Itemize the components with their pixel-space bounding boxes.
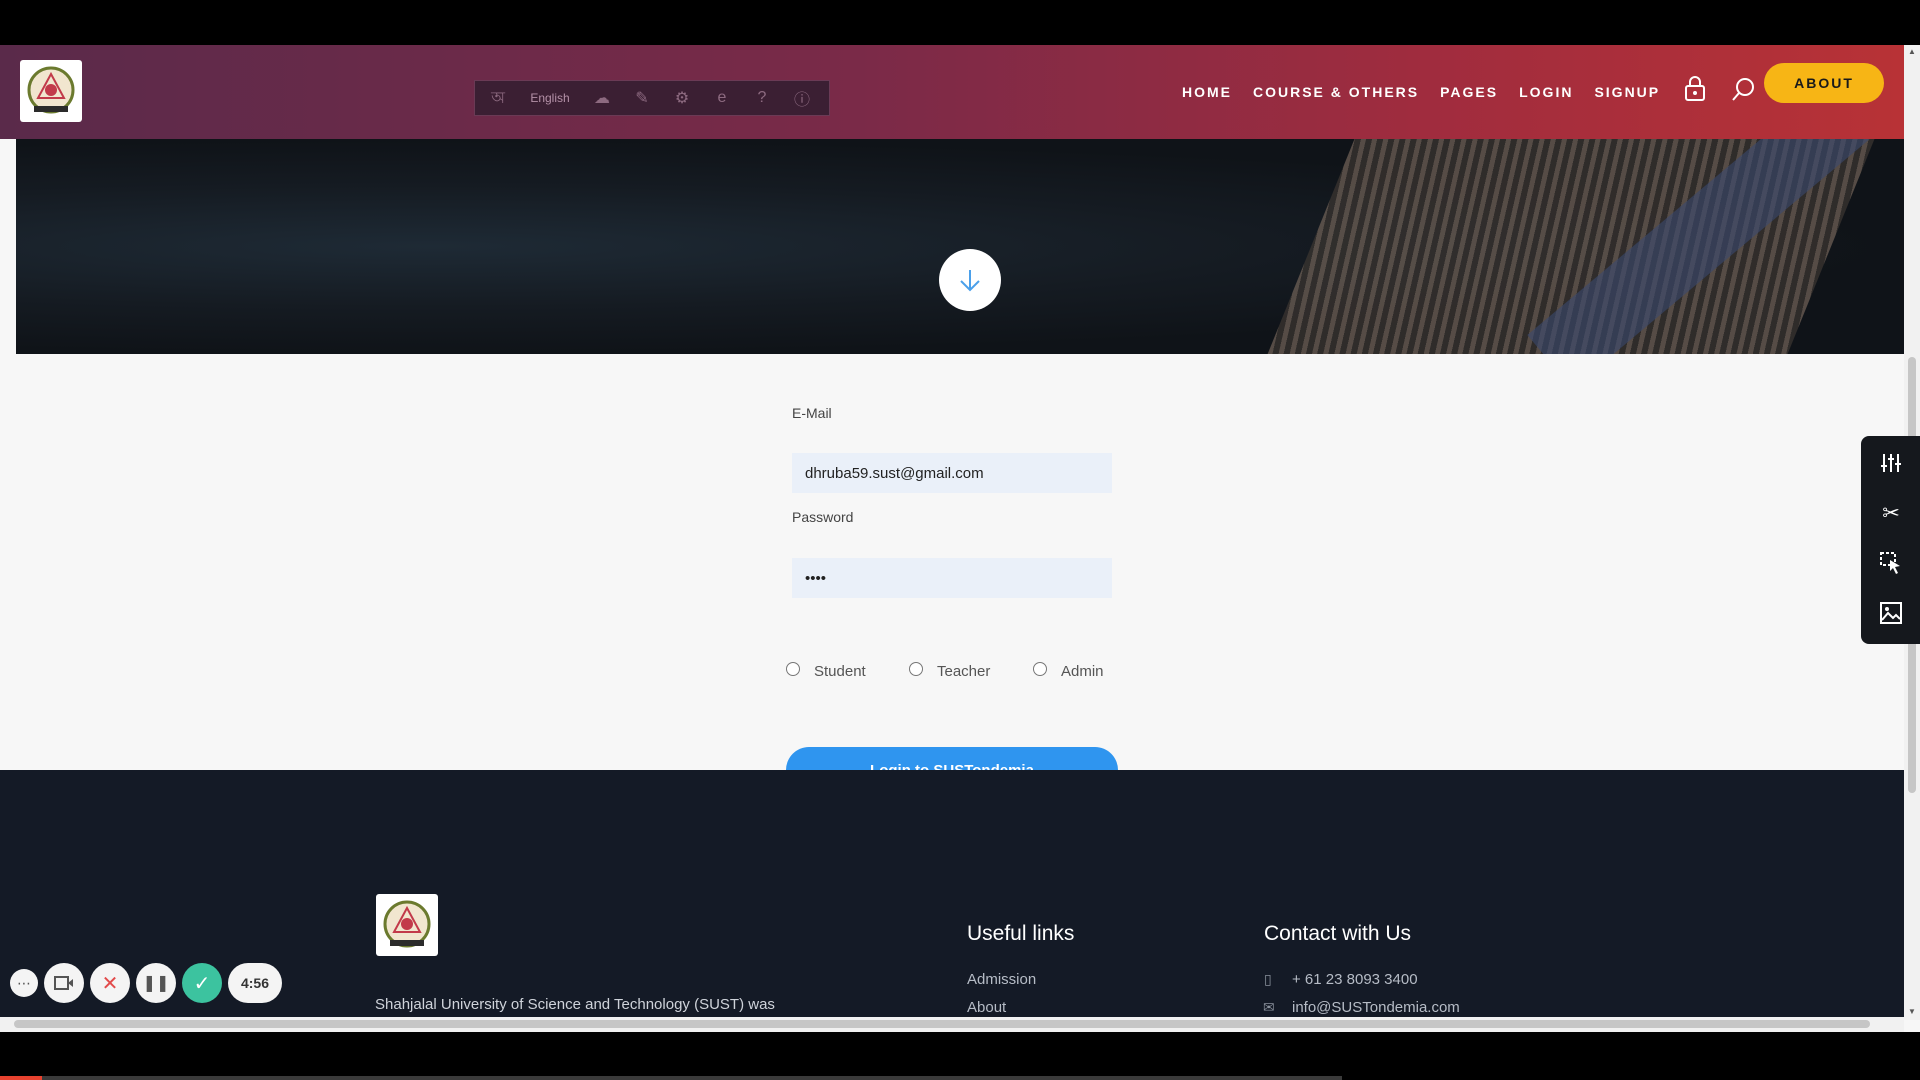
nav-course-others[interactable]: COURSE & OTHERS bbox=[1253, 84, 1419, 100]
scissors-icon[interactable]: ✂ bbox=[1878, 500, 1904, 526]
site-footer: Shahjalal University of Science and Tech… bbox=[0, 770, 1904, 1032]
role-student[interactable]: Student bbox=[786, 661, 866, 680]
cursor-select-icon[interactable] bbox=[1878, 550, 1904, 576]
cart-lock-icon[interactable] bbox=[1681, 76, 1709, 108]
cancel-recording-icon[interactable]: ✕ bbox=[90, 963, 130, 1003]
site-logo[interactable] bbox=[20, 60, 82, 122]
horizontal-scroll-thumb[interactable] bbox=[14, 1020, 1870, 1028]
role-label: Student bbox=[814, 663, 866, 680]
cloud-icon[interactable]: ☁ bbox=[591, 88, 613, 108]
site-header: অ English ☁ ✎ ⚙ e ? ⓘ HOME COURSE & OTHE… bbox=[0, 45, 1904, 139]
about-button[interactable]: ABOUT bbox=[1764, 63, 1884, 103]
recording-timer: 4:56 bbox=[228, 963, 282, 1003]
image-icon[interactable] bbox=[1878, 600, 1904, 626]
contact-email[interactable]: info@SUSTondemia.com bbox=[1292, 999, 1460, 1016]
more-options-icon[interactable]: ⋯ bbox=[10, 969, 38, 997]
info-icon[interactable]: ⓘ bbox=[791, 86, 813, 110]
help-icon[interactable]: ? bbox=[751, 89, 773, 107]
recorder-controls: ⋯ ✕ ❚❚ ✓ 4:56 bbox=[10, 960, 282, 1006]
sliders-icon[interactable] bbox=[1878, 450, 1904, 476]
finish-recording-icon[interactable]: ✓ bbox=[182, 963, 222, 1003]
role-admin[interactable]: Admin bbox=[1033, 661, 1104, 680]
link-admission[interactable]: Admission bbox=[967, 971, 1036, 988]
bangla-letter-icon[interactable]: অ bbox=[487, 85, 509, 112]
arrow-down-icon bbox=[960, 270, 980, 292]
pause-icon[interactable]: ❚❚ bbox=[136, 963, 176, 1003]
scroll-up-arrow-icon[interactable]: ▲ bbox=[1908, 47, 1916, 56]
role-label: Teacher bbox=[937, 663, 991, 680]
search-icon[interactable] bbox=[1730, 76, 1758, 108]
brush-icon[interactable]: ✎ bbox=[631, 88, 653, 108]
radio-button[interactable] bbox=[786, 661, 800, 676]
role-selector: Student Teacher Admin bbox=[786, 661, 1146, 687]
role-label: Admin bbox=[1061, 663, 1104, 680]
language-select[interactable]: English bbox=[527, 91, 573, 105]
password-field[interactable] bbox=[792, 558, 1112, 598]
radio-button[interactable] bbox=[909, 661, 923, 676]
phone-icon: ▯ bbox=[1264, 971, 1272, 987]
language-toolbar: অ English ☁ ✎ ⚙ e ? ⓘ bbox=[474, 80, 830, 116]
video-progress-played bbox=[0, 1076, 42, 1080]
email-label: E-Mail bbox=[792, 405, 832, 421]
contact-heading: Contact with Us bbox=[1264, 922, 1412, 945]
nav-pages[interactable]: PAGES bbox=[1440, 84, 1498, 100]
scroll-down-button[interactable] bbox=[939, 249, 1001, 311]
footer-logo bbox=[376, 894, 438, 956]
radio-button[interactable] bbox=[1033, 661, 1047, 676]
nav-login[interactable]: LOGIN bbox=[1519, 84, 1573, 100]
useful-links-heading: Useful links bbox=[967, 922, 1075, 945]
role-teacher[interactable]: Teacher bbox=[909, 661, 991, 680]
gear-icon[interactable]: ⚙ bbox=[671, 88, 693, 108]
browser-viewport: অ English ☁ ✎ ⚙ e ? ⓘ HOME COURSE & OTHE… bbox=[0, 45, 1920, 1032]
editor-tool-strip: ✂ bbox=[1861, 436, 1920, 644]
footer-description: Shahjalal University of Science and Tech… bbox=[375, 996, 775, 1013]
mail-icon: ✉ bbox=[1263, 999, 1275, 1015]
screen: অ English ☁ ✎ ⚙ e ? ⓘ HOME COURSE & OTHE… bbox=[0, 0, 1920, 1080]
contact-phone: + 61 23 8093 3400 bbox=[1292, 971, 1418, 988]
link-about[interactable]: About bbox=[967, 999, 1006, 1016]
horizontal-scrollbar[interactable] bbox=[0, 1017, 1904, 1032]
browser-icon[interactable]: e bbox=[711, 89, 733, 107]
email-field[interactable] bbox=[792, 453, 1112, 493]
nav-signup[interactable]: SIGNUP bbox=[1594, 84, 1660, 100]
scroll-down-arrow-icon[interactable]: ▼ bbox=[1908, 1007, 1916, 1016]
video-progress-buffered bbox=[42, 1076, 1342, 1080]
hero-banner bbox=[16, 139, 1904, 354]
webcam-icon[interactable] bbox=[44, 963, 84, 1003]
password-label: Password bbox=[792, 509, 854, 525]
nav-home[interactable]: HOME bbox=[1182, 84, 1232, 100]
main-nav: HOME COURSE & OTHERS PAGES LOGIN SIGNUP bbox=[1182, 75, 1758, 109]
